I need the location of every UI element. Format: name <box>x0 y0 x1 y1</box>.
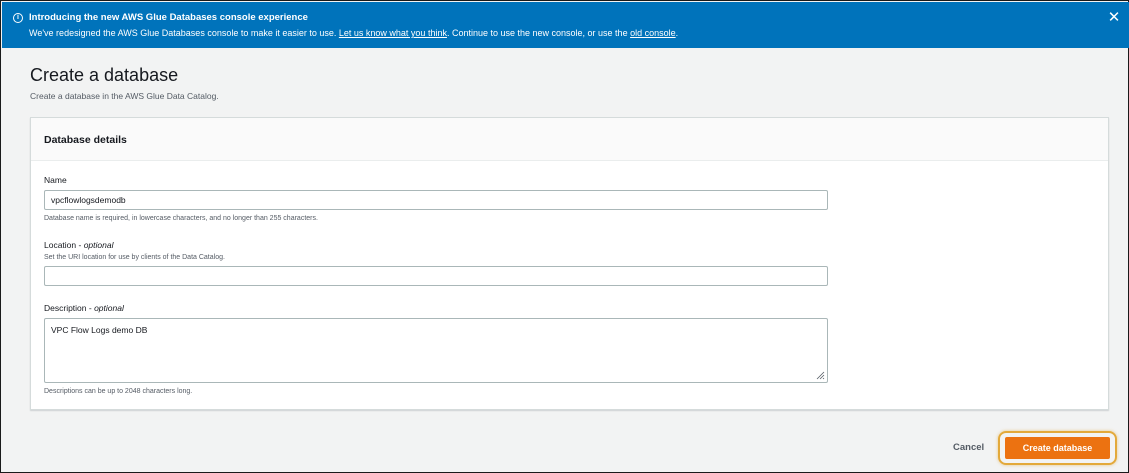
description-value: VPC Flow Logs demo DB <box>51 325 148 335</box>
location-optional-label: optional <box>83 240 114 250</box>
location-description: Set the URI location for use by clients … <box>44 254 225 261</box>
create-database-button[interactable]: Create database <box>1005 437 1110 459</box>
description-hint: Descriptions can be up to 2048 character… <box>44 388 193 395</box>
description-label: Description - optional <box>44 303 124 313</box>
database-details-panel: Database details Name vpcflowlogsdemodb … <box>30 117 1109 410</box>
cancel-button[interactable]: Cancel <box>945 440 992 455</box>
info-icon: i <box>13 13 23 23</box>
create-button-highlight: Create database <box>998 431 1117 465</box>
close-icon[interactable]: ✕ <box>1107 10 1121 25</box>
page-subtitle: Create a database in the AWS Glue Data C… <box>30 91 219 101</box>
page-title: Create a database <box>30 65 179 85</box>
location-label: Location - optional <box>44 240 113 250</box>
app-window: i Introducing the new AWS Glue Databases… <box>0 0 1129 473</box>
panel-header: Database details <box>31 118 1108 161</box>
location-input[interactable] <box>44 266 828 286</box>
description-label-text: Description - <box>44 303 95 313</box>
description-textarea[interactable]: VPC Flow Logs demo DB <box>44 318 828 383</box>
info-banner: i Introducing the new AWS Glue Databases… <box>2 2 1129 48</box>
banner-text-after: . <box>675 28 679 38</box>
banner-text-middle: . Continue to use the new console, or us… <box>446 28 631 38</box>
old-console-link[interactable]: old console <box>630 28 676 38</box>
name-label: Name <box>44 175 67 185</box>
description-optional-label: optional <box>94 303 124 313</box>
banner-text-before: We've redesigned the AWS Glue Databases … <box>29 28 339 38</box>
location-label-text: Location - <box>44 240 84 250</box>
resize-handle-icon[interactable] <box>816 371 825 380</box>
banner-title: Introducing the new AWS Glue Databases c… <box>29 12 308 23</box>
name-input[interactable]: vpcflowlogsdemodb <box>44 190 828 210</box>
panel-heading: Database details <box>44 134 127 146</box>
name-hint: Database name is required, in lowercase … <box>44 215 318 222</box>
feedback-link[interactable]: Let us know what you think <box>339 28 447 38</box>
banner-text: We've redesigned the AWS Glue Databases … <box>29 28 678 38</box>
